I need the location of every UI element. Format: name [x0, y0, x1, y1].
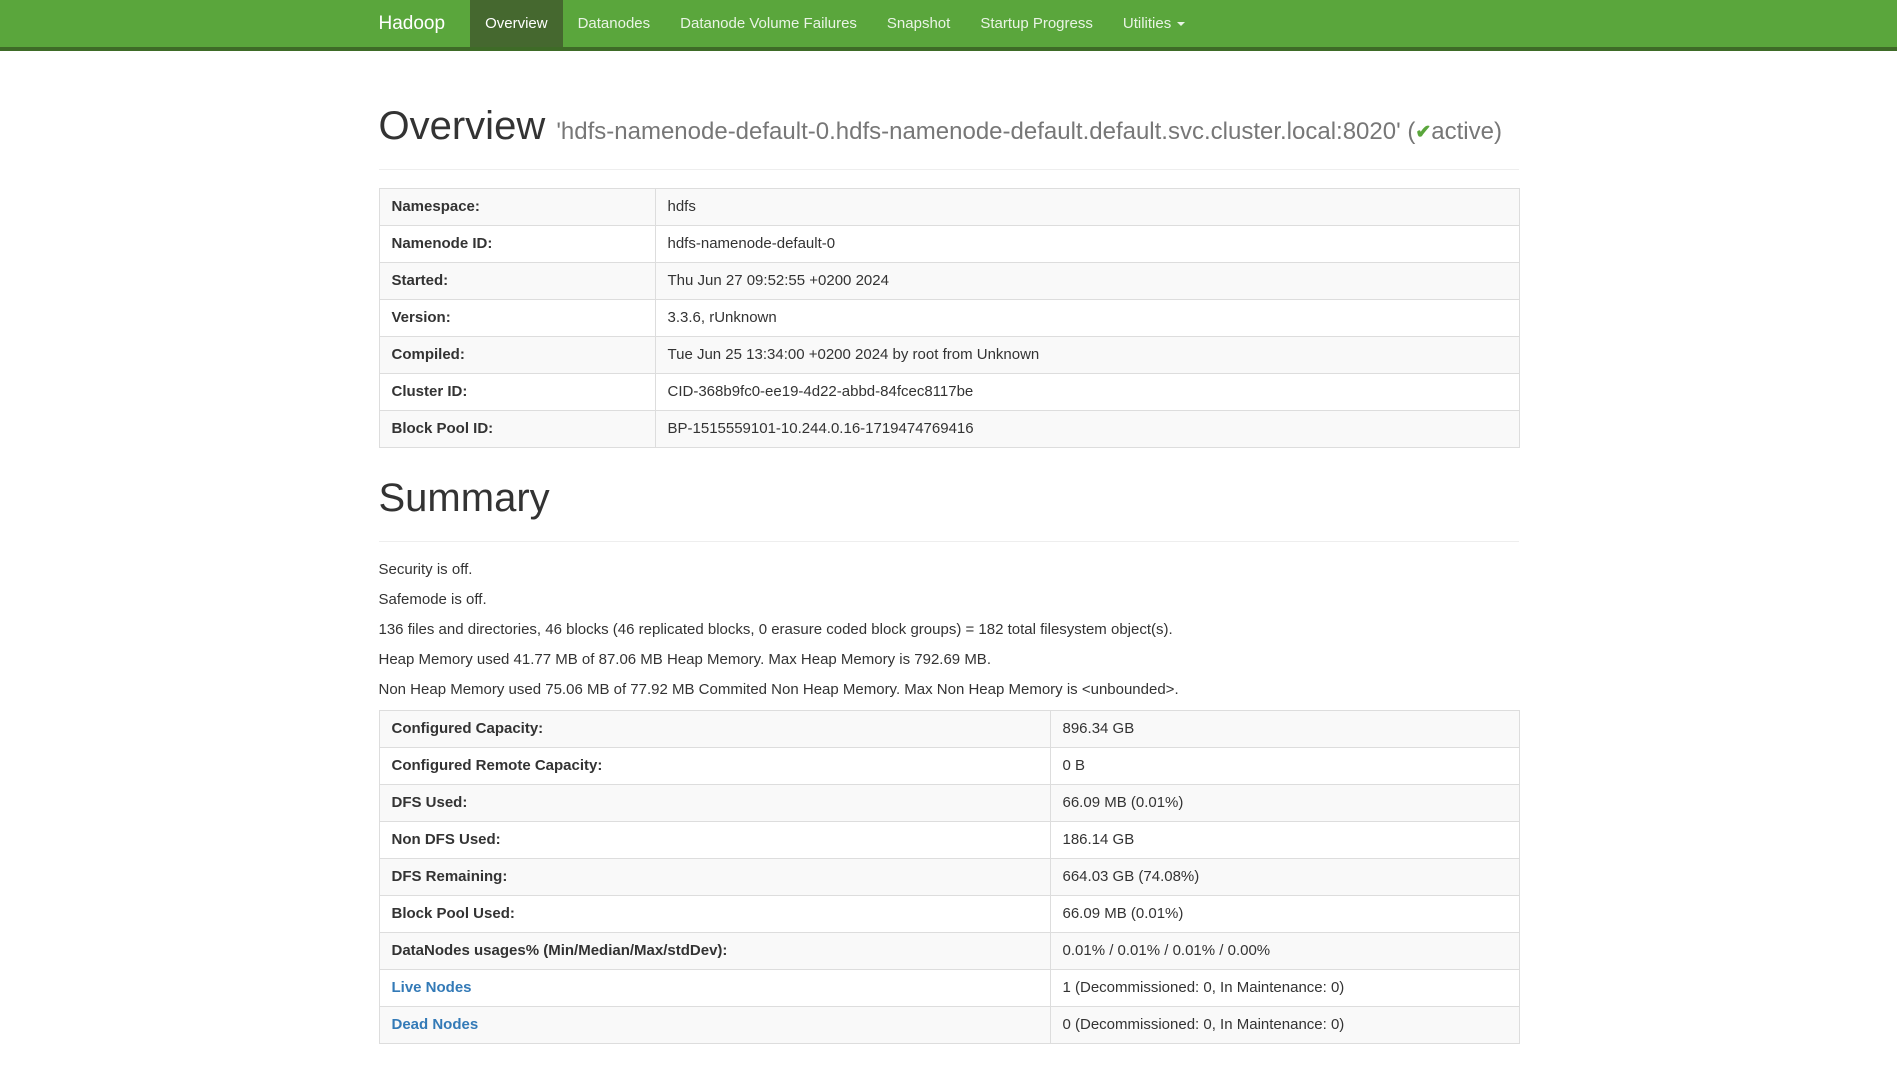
nav-item-datanode-volume-failures[interactable]: Datanode Volume Failures	[665, 0, 872, 47]
row-value: CID-368b9fc0-ee19-4d22-abbd-84fcec8117be	[655, 374, 1519, 411]
nav-item-utilities-dropdown[interactable]: Utilities	[1108, 0, 1200, 47]
chevron-down-icon	[1177, 22, 1185, 26]
nav-item-label: Datanode Volume Failures	[680, 15, 857, 32]
status-close-paren: )	[1494, 118, 1502, 145]
non-heap-memory-text: Non Heap Memory used 75.06 MB of 77.92 M…	[379, 680, 1519, 700]
row-label: Namenode ID:	[379, 226, 655, 263]
table-row: Non DFS Used: 186.14 GB	[379, 822, 1519, 859]
page-title: Overview 'hdfs-namenode-default-0.hdfs-n…	[379, 103, 1519, 149]
table-row: Cluster ID: CID-368b9fc0-ee19-4d22-abbd-…	[379, 374, 1519, 411]
navbar-menu: Overview Datanodes Datanode Volume Failu…	[470, 0, 1200, 47]
nav-item-label: Datanodes	[578, 15, 651, 32]
summary-table: Configured Capacity: 896.34 GB Configure…	[379, 710, 1520, 1044]
row-label: DFS Remaining:	[379, 859, 1050, 896]
row-label: Configured Capacity:	[379, 711, 1050, 748]
nav-item-snapshot[interactable]: Snapshot	[872, 0, 965, 47]
summary-divider	[379, 541, 1519, 542]
row-value: hdfs-namenode-default-0	[655, 226, 1519, 263]
nav-item-label: Snapshot	[887, 15, 950, 32]
table-row: Namenode ID: hdfs-namenode-default-0	[379, 226, 1519, 263]
nav-item-startup-progress[interactable]: Startup Progress	[965, 0, 1108, 47]
navbar-inner: Hadoop Overview Datanodes Datanode Volum…	[364, 0, 1534, 47]
table-row: Compiled: Tue Jun 25 13:34:00 +0200 2024…	[379, 337, 1519, 374]
filesystem-objects-text: 136 files and directories, 46 blocks (46…	[379, 620, 1519, 640]
dead-nodes-link[interactable]: Dead Nodes	[392, 1016, 479, 1033]
row-label: DataNodes usages% (Min/Median/Max/stdDev…	[379, 933, 1050, 970]
row-value: 1 (Decommissioned: 0, In Maintenance: 0)	[1050, 970, 1519, 1007]
row-value: 66.09 MB (0.01%)	[1050, 896, 1519, 933]
nav-item-label: Overview	[485, 15, 548, 32]
nav-item-overview[interactable]: Overview	[470, 0, 563, 47]
nav-item-label: Utilities	[1123, 15, 1171, 32]
nav-item-datanodes[interactable]: Datanodes	[563, 0, 666, 47]
row-label: Configured Remote Capacity:	[379, 748, 1050, 785]
header-divider	[379, 169, 1519, 170]
row-value: Tue Jun 25 13:34:00 +0200 2024 by root f…	[655, 337, 1519, 374]
row-value: 3.3.6, rUnknown	[655, 300, 1519, 337]
row-label: Non DFS Used:	[379, 822, 1050, 859]
page-subtitle: 'hdfs-namenode-default-0.hdfs-namenode-d…	[556, 118, 1502, 145]
row-label: Started:	[379, 263, 655, 300]
row-label: Version:	[379, 300, 655, 337]
table-row: Started: Thu Jun 27 09:52:55 +0200 2024	[379, 263, 1519, 300]
row-label: Cluster ID:	[379, 374, 655, 411]
row-value: BP-1515559101-10.244.0.16-1719474769416	[655, 411, 1519, 448]
row-value: hdfs	[655, 189, 1519, 226]
main-content: Overview 'hdfs-namenode-default-0.hdfs-n…	[364, 103, 1534, 1044]
row-value: 664.03 GB (74.08%)	[1050, 859, 1519, 896]
row-value: 0.01% / 0.01% / 0.01% / 0.00%	[1050, 933, 1519, 970]
page-title-text: Overview	[379, 104, 546, 148]
table-row: Version: 3.3.6, rUnknown	[379, 300, 1519, 337]
overview-info-table: Namespace: hdfs Namenode ID: hdfs-nameno…	[379, 188, 1520, 448]
row-value: 0 B	[1050, 748, 1519, 785]
row-value: 896.34 GB	[1050, 711, 1519, 748]
table-row: Block Pool ID: BP-1515559101-10.244.0.16…	[379, 411, 1519, 448]
row-label: Compiled:	[379, 337, 655, 374]
live-nodes-link[interactable]: Live Nodes	[392, 979, 472, 996]
table-row: Live Nodes 1 (Decommissioned: 0, In Main…	[379, 970, 1519, 1007]
table-row: Namespace: hdfs	[379, 189, 1519, 226]
check-icon: ✔	[1415, 122, 1431, 143]
table-row: DFS Remaining: 664.03 GB (74.08%)	[379, 859, 1519, 896]
status-state-text: active	[1431, 118, 1494, 145]
heap-memory-text: Heap Memory used 41.77 MB of 87.06 MB He…	[379, 650, 1519, 670]
row-label: Block Pool Used:	[379, 896, 1050, 933]
row-value: 186.14 GB	[1050, 822, 1519, 859]
row-label: DFS Used:	[379, 785, 1050, 822]
table-row: DFS Used: 66.09 MB (0.01%)	[379, 785, 1519, 822]
row-label: Live Nodes	[379, 970, 1050, 1007]
table-row: Block Pool Used: 66.09 MB (0.01%)	[379, 896, 1519, 933]
summary-title: Summary	[379, 476, 1519, 521]
safemode-status-text: Safemode is off.	[379, 590, 1519, 610]
active-status: (✔active)	[1407, 118, 1502, 145]
row-value: Thu Jun 27 09:52:55 +0200 2024	[655, 263, 1519, 300]
row-value: 0 (Decommissioned: 0, In Maintenance: 0)	[1050, 1007, 1519, 1044]
row-label: Block Pool ID:	[379, 411, 655, 448]
table-row: Dead Nodes 0 (Decommissioned: 0, In Main…	[379, 1007, 1519, 1044]
row-value: 66.09 MB (0.01%)	[1050, 785, 1519, 822]
namenode-address: 'hdfs-namenode-default-0.hdfs-namenode-d…	[556, 118, 1400, 145]
table-row: Configured Capacity: 896.34 GB	[379, 711, 1519, 748]
navbar: Hadoop Overview Datanodes Datanode Volum…	[0, 0, 1897, 51]
navbar-brand[interactable]: Hadoop	[379, 0, 461, 47]
table-row: DataNodes usages% (Min/Median/Max/stdDev…	[379, 933, 1519, 970]
nav-item-label: Startup Progress	[980, 15, 1093, 32]
row-label: Dead Nodes	[379, 1007, 1050, 1044]
security-status-text: Security is off.	[379, 560, 1519, 580]
table-row: Configured Remote Capacity: 0 B	[379, 748, 1519, 785]
row-label: Namespace:	[379, 189, 655, 226]
